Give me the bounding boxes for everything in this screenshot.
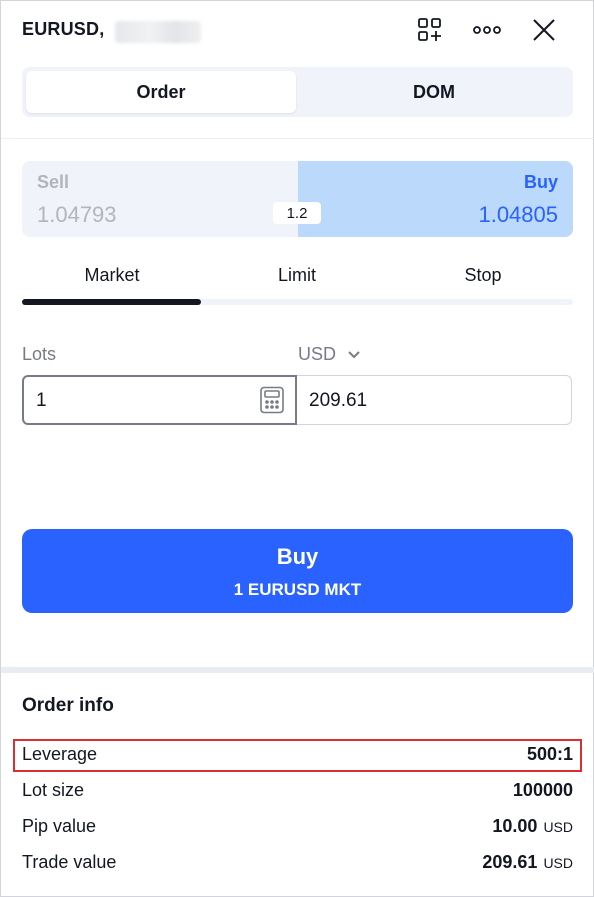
info-value: 209.61 USD <box>482 852 573 872</box>
divider <box>1 138 594 139</box>
info-unit: USD <box>543 855 573 871</box>
spread-badge: 1.2 <box>273 202 321 224</box>
close-icon[interactable] <box>529 15 559 45</box>
buy-button-title: Buy <box>276 544 319 569</box>
sell-button[interactable]: Sell 1.04793 <box>22 161 298 237</box>
place-buy-order-button[interactable]: Buy 1 EURUSD MKT <box>22 529 573 613</box>
add-widget-icon[interactable] <box>415 15 445 45</box>
buy-button-subtitle: 1 EURUSD MKT <box>233 580 362 599</box>
tab-market[interactable]: Market <box>22 265 202 286</box>
info-key: Pip value <box>22 816 97 836</box>
buy-label: Buy <box>523 172 558 192</box>
sell-label: Sell <box>37 172 70 192</box>
buy-price: 1.04805 <box>478 202 558 227</box>
currency-select[interactable]: USD <box>298 344 361 365</box>
info-key: Lot size <box>22 780 85 800</box>
account-name-redacted <box>115 21 201 43</box>
tab-dom[interactable]: DOM <box>299 71 569 113</box>
currency-input[interactable]: 209.61 <box>297 375 572 425</box>
chevron-down-icon <box>348 351 360 359</box>
tab-stop[interactable]: Stop <box>393 265 573 286</box>
currency-label: USD <box>298 344 337 364</box>
info-value: 100000 <box>512 780 573 800</box>
info-key: Trade value <box>22 852 117 872</box>
mode-tabs: Order DOM <box>22 67 573 117</box>
currency-value: 209.61 <box>309 390 368 411</box>
buy-side-button[interactable]: Buy 1.04805 <box>298 161 573 237</box>
info-key: Leverage <box>22 744 98 764</box>
info-value: 500:1 <box>526 744 573 764</box>
lots-label: Lots <box>22 344 57 364</box>
order-type-active-indicator <box>22 299 201 305</box>
tab-order[interactable]: Order <box>26 71 296 113</box>
info-row-trade-value: Trade value 209.61 USD <box>22 852 573 876</box>
sell-price: 1.04793 <box>37 202 117 227</box>
tab-limit[interactable]: Limit <box>207 265 387 286</box>
section-separator <box>1 667 594 673</box>
info-row-leverage: Leverage 500:1 <box>22 744 573 768</box>
symbol-title: EURUSD, <box>22 19 105 39</box>
lots-input[interactable]: 1 <box>22 375 297 425</box>
info-unit: USD <box>543 819 573 835</box>
calculator-icon[interactable] <box>259 386 285 414</box>
info-row-pip-value: Pip value 10.00 USD <box>22 816 573 840</box>
lots-value: 1 <box>36 390 47 411</box>
order-panel: EURUSD, Order DOM Sell 1.04793 Buy 1.048… <box>0 0 594 897</box>
order-info-title: Order info <box>22 695 114 716</box>
more-icon[interactable] <box>472 15 502 45</box>
info-value: 10.00 USD <box>492 816 573 836</box>
info-row-lot-size: Lot size 100000 <box>22 780 573 804</box>
panel-header: EURUSD, <box>1 1 594 59</box>
